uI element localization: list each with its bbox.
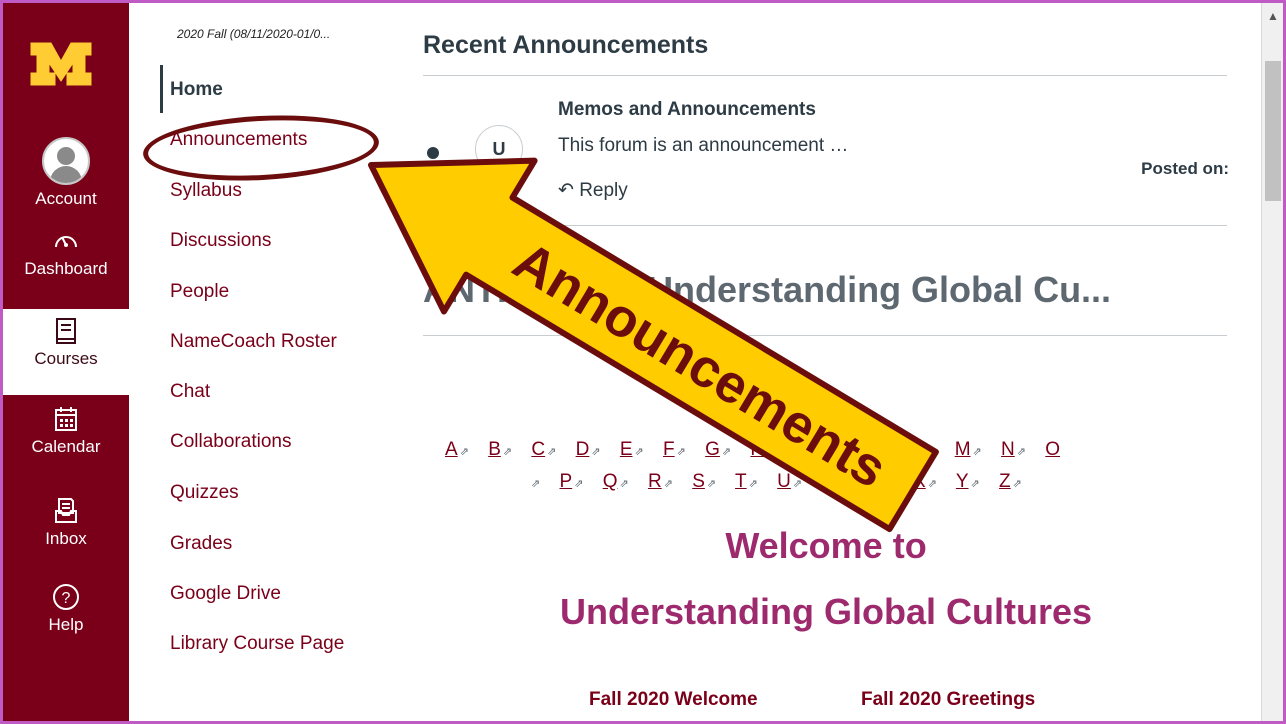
arrow-label: Announcements — [503, 230, 897, 499]
browser-frame: Account Dashboard Courses Calendar Inbox… — [0, 0, 1286, 724]
annotation-arrow: Announcements — [368, 157, 939, 533]
